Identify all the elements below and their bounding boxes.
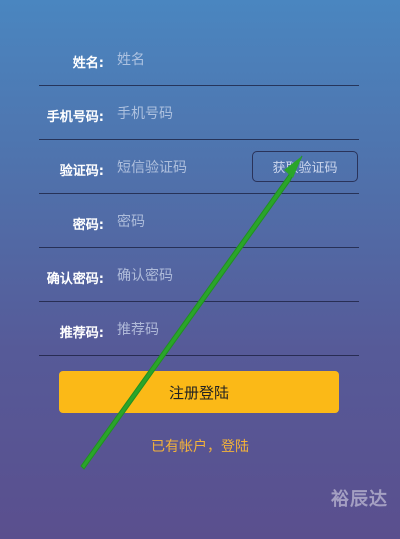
password-input[interactable] bbox=[117, 211, 277, 233]
referral-code-row: 推荐码: bbox=[39, 302, 359, 356]
referral-code-label: 推荐码: bbox=[59, 326, 104, 341]
confirm-password-row: 确认密码: bbox=[39, 248, 359, 302]
password-label: 密码: bbox=[72, 218, 104, 233]
phone-row: 手机号码: bbox=[39, 86, 359, 140]
verification-code-row: 验证码: 获取验证码 bbox=[39, 140, 359, 194]
name-row: 姓名: bbox=[39, 32, 359, 86]
confirm-password-input[interactable] bbox=[117, 265, 277, 287]
name-label: 姓名: bbox=[72, 56, 104, 71]
phone-label: 手机号码: bbox=[46, 110, 104, 125]
registration-form: 姓名: 手机号码: 验证码: 获取验证码 密码: 确认密码: 推荐码: bbox=[39, 32, 359, 356]
existing-account-login-link[interactable]: 已有帐户，登陆 bbox=[0, 436, 400, 456]
confirm-password-label: 确认密码: bbox=[46, 272, 104, 287]
password-row: 密码: bbox=[39, 194, 359, 248]
watermark: 裕辰达 bbox=[331, 489, 388, 510]
verification-code-label: 验证码: bbox=[59, 164, 104, 179]
name-input[interactable] bbox=[117, 49, 277, 71]
get-code-button[interactable]: 获取验证码 bbox=[252, 151, 358, 182]
referral-code-input[interactable] bbox=[117, 319, 277, 341]
register-login-button[interactable]: 注册登陆 bbox=[59, 371, 339, 413]
phone-input[interactable] bbox=[117, 103, 277, 125]
